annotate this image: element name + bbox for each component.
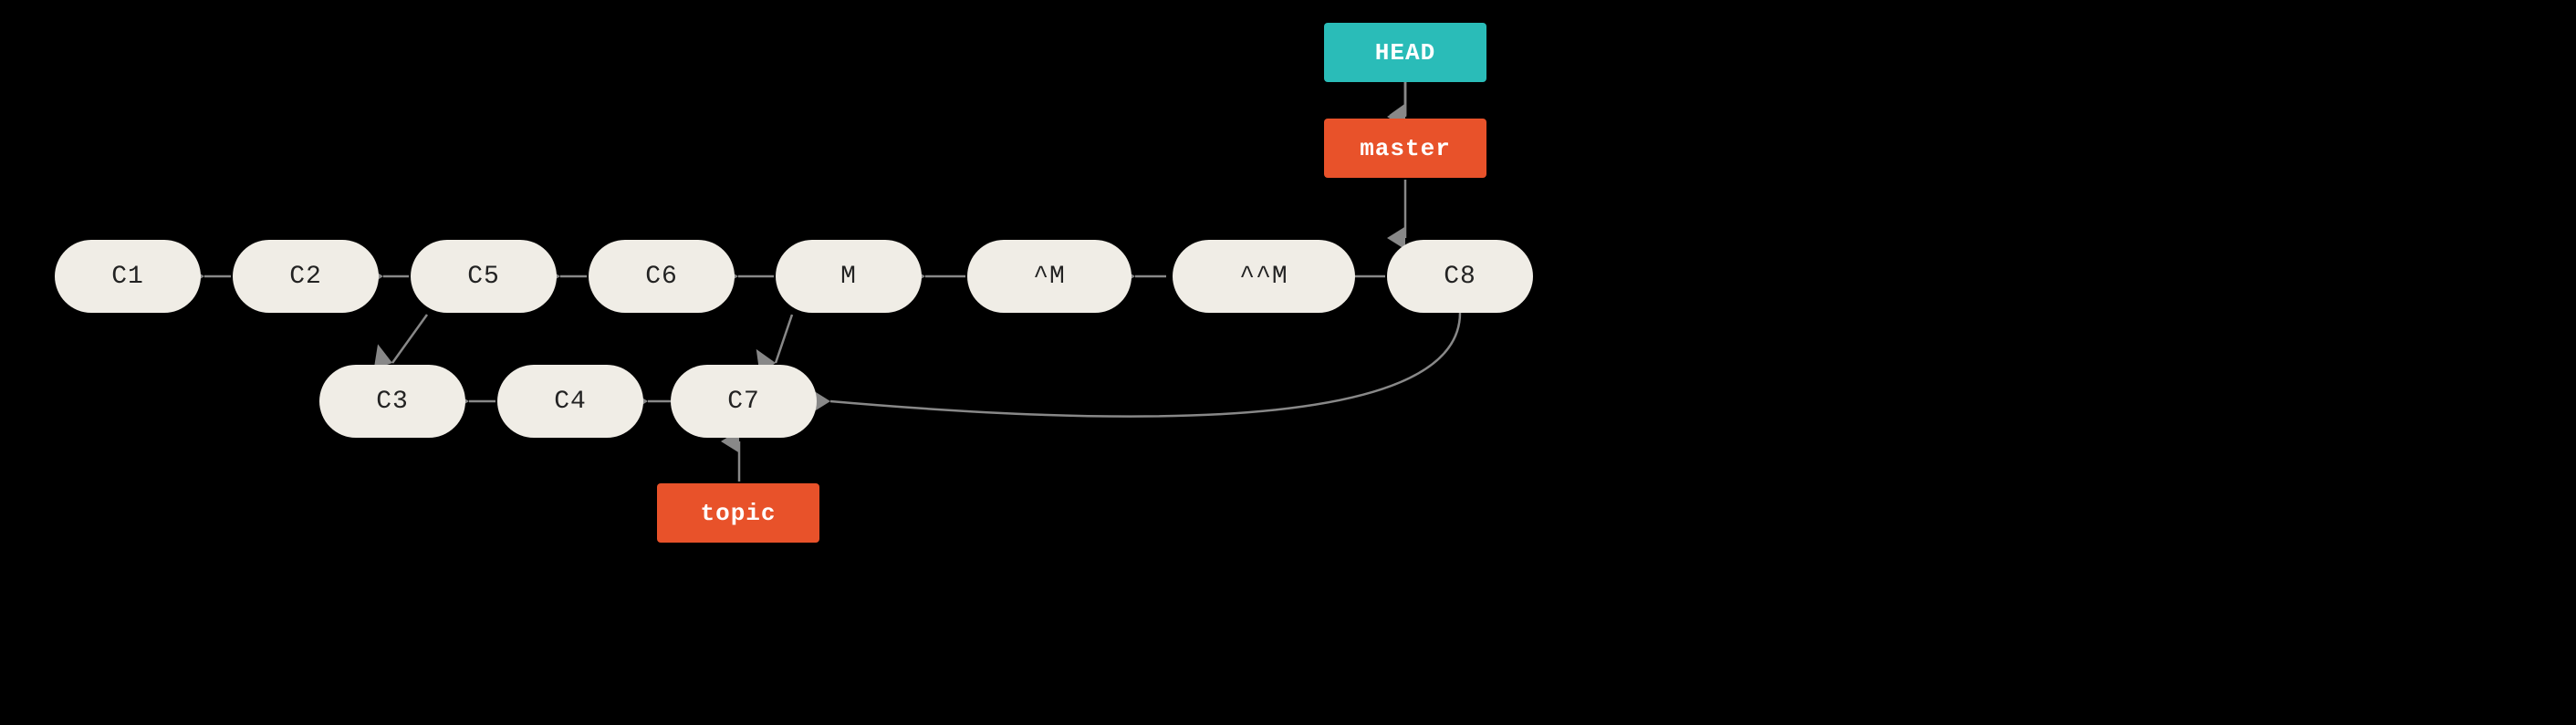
- topic-label: topic: [657, 483, 819, 543]
- node-c1: C1: [55, 240, 201, 313]
- arrows-svg: [0, 0, 2576, 725]
- node-m: M: [776, 240, 922, 313]
- node-c2: C2: [233, 240, 379, 313]
- node-c7: C7: [671, 365, 817, 438]
- node-c8: C8: [1387, 240, 1533, 313]
- node-caret-m: ^M: [967, 240, 1132, 313]
- diagram: C1 C2 C5 C6 M ^M ^^M C8 C3 C4 C7 HEAD ma…: [0, 0, 2576, 725]
- node-caret-caret-m: ^^M: [1173, 240, 1355, 313]
- node-c5: C5: [411, 240, 557, 313]
- node-c3: C3: [319, 365, 465, 438]
- master-label: master: [1324, 119, 1486, 178]
- node-c6: C6: [589, 240, 735, 313]
- head-label: HEAD: [1324, 23, 1486, 82]
- node-c4: C4: [497, 365, 643, 438]
